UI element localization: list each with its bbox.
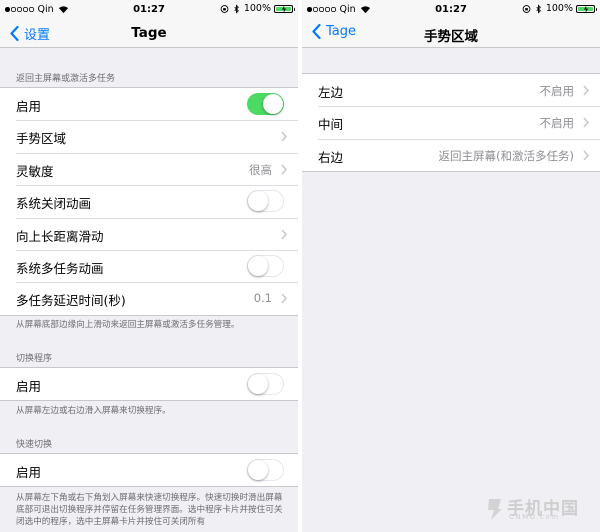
row-value: 返回主屏幕(和激活多任务) <box>438 148 574 163</box>
section-header-quick-switch: 快速切换 <box>16 440 53 450</box>
row-label: 系统多任务动画 <box>16 260 104 276</box>
navigation-bar: Tage 手势区域 <box>302 20 600 48</box>
row-value: 0.1 <box>253 291 272 306</box>
row-sensitivity[interactable]: 灵敏度 很高 <box>0 152 298 185</box>
enable-toggle[interactable] <box>247 93 284 115</box>
chevron-right-icon <box>281 131 287 142</box>
row-enable[interactable]: 启用 <box>0 88 298 120</box>
page-title: Tage <box>131 25 167 41</box>
chevron-right-icon <box>583 117 589 128</box>
battery-percent: 100% <box>545 3 573 14</box>
row-multitask-animation[interactable]: 系统多任务动画 <box>0 249 298 282</box>
section-footer-home-multitask: 从屏幕底部边缘向上滑动来返回主屏幕或激活多任务管理。 <box>16 320 240 330</box>
settings-group-quick-switch: 启用 <box>0 453 298 488</box>
status-bar: Qin 01:27 100% <box>0 0 298 20</box>
page-title: 手势区域 <box>424 29 478 45</box>
navigation-bar: 设置 Tage <box>0 20 298 48</box>
chevron-right-icon <box>281 164 287 175</box>
row-label: 向上长距离滑动 <box>16 228 104 244</box>
watermark-logo: 手机中国 CNMO.com <box>485 494 590 524</box>
bluetooth-icon <box>234 3 239 14</box>
section-header-home-multitask: 返回主屏幕或激活多任务 <box>16 74 116 84</box>
row-value: 很高 <box>249 162 272 177</box>
row-label: 系统关闭动画 <box>16 196 92 212</box>
section-footer-app-switch: 从屏幕左边或右边滑入屏幕来切换程序。 <box>16 406 171 416</box>
row-close-animation[interactable]: 系统关闭动画 <box>0 185 298 217</box>
row-label: 启用 <box>16 465 42 480</box>
chevron-right-icon <box>281 293 287 304</box>
app-switch-toggle[interactable] <box>247 373 284 395</box>
row-quick-switch-enable[interactable]: 启用 <box>0 454 298 486</box>
row-label: 多任务延迟时间(秒) <box>16 293 126 309</box>
settings-group-home-multitask: 启用 手势区域 灵敏度 很高 系统关闭动画 向上长距离滑动 系统多任务动画 多任… <box>0 87 298 316</box>
row-gesture-area[interactable]: 手势区域 <box>0 120 298 152</box>
bluetooth-icon <box>536 3 541 14</box>
row-app-switch-enable[interactable]: 启用 <box>0 368 298 400</box>
rotation-lock-icon <box>522 4 531 13</box>
row-label: 右边 <box>318 149 344 165</box>
battery-percent: 100% <box>243 3 271 14</box>
gesture-area-group: 左边 不启用 中间 不启用 右边 返回主屏幕(和激活多任务) <box>302 73 600 173</box>
section-footer-quick-switch: 从屏幕左下角或右下角划入屏幕来快速切换程序。快速切换时滑出屏幕底部可退出切换程序… <box>16 493 283 527</box>
row-label: 左边 <box>318 85 344 100</box>
gesture-area-screen: Qin 01:27 100% Tage 手势区域 左边 不启用 中间 不启用 右… <box>302 0 600 532</box>
row-middle[interactable]: 中间 不启用 <box>302 106 600 138</box>
chevron-right-icon <box>281 229 287 240</box>
settings-group-app-switch: 启用 <box>0 367 298 402</box>
battery-icon <box>274 4 295 13</box>
row-label: 启用 <box>16 379 42 394</box>
section-header-app-switch: 切换程序 <box>16 354 53 364</box>
row-delay[interactable]: 多任务延迟时间(秒) 0.1 <box>0 282 298 314</box>
close-animation-toggle[interactable] <box>247 190 284 213</box>
row-long-swipe[interactable]: 向上长距离滑动 <box>0 217 298 250</box>
rotation-lock-icon <box>220 4 229 13</box>
row-label: 启用 <box>16 99 42 114</box>
chevron-right-icon <box>583 85 589 96</box>
row-label: 中间 <box>318 117 344 133</box>
chevron-right-icon <box>583 150 589 161</box>
row-right-edge[interactable]: 右边 返回主屏幕(和激活多任务) <box>302 138 600 171</box>
multitask-animation-toggle[interactable] <box>247 254 284 277</box>
row-label: 灵敏度 <box>16 163 54 179</box>
row-value: 不启用 <box>539 116 575 131</box>
status-bar: Qin 01:27 100% <box>302 0 600 20</box>
quick-switch-toggle[interactable] <box>247 459 284 481</box>
battery-icon <box>576 4 597 13</box>
watermark-subtext: CNMO.com <box>509 513 560 521</box>
row-left-edge[interactable]: 左边 不启用 <box>302 74 600 106</box>
settings-screen-tage: Qin 01:27 100% 设置 Tage 返回主屏幕或激活多任务 启用 手势… <box>0 0 298 532</box>
row-value: 不启用 <box>539 84 575 98</box>
cnmo-logo-icon <box>488 499 502 520</box>
row-label: 手势区域 <box>16 131 67 147</box>
